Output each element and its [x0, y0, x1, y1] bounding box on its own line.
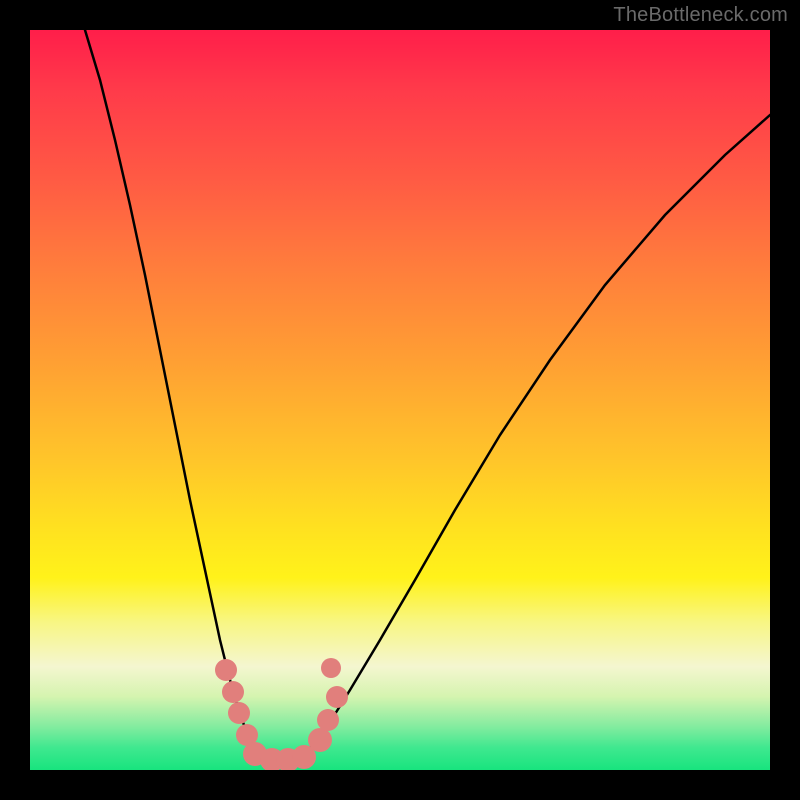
right-dot-4: [321, 658, 341, 678]
curve-right-curve: [290, 115, 770, 767]
marker-layer: [215, 658, 348, 770]
left-dot-1: [215, 659, 237, 681]
right-dot-2: [317, 709, 339, 731]
chart-overlay: [30, 30, 770, 770]
right-dot-1: [308, 728, 332, 752]
left-dot-3: [228, 702, 250, 724]
left-dot-2: [222, 681, 244, 703]
plot-area: [30, 30, 770, 770]
curve-layer: [85, 30, 770, 767]
watermark-text: TheBottleneck.com: [613, 4, 788, 27]
chart-frame: TheBottleneck.com: [0, 0, 800, 800]
right-dot-3: [326, 686, 348, 708]
curve-left-curve: [85, 30, 270, 767]
